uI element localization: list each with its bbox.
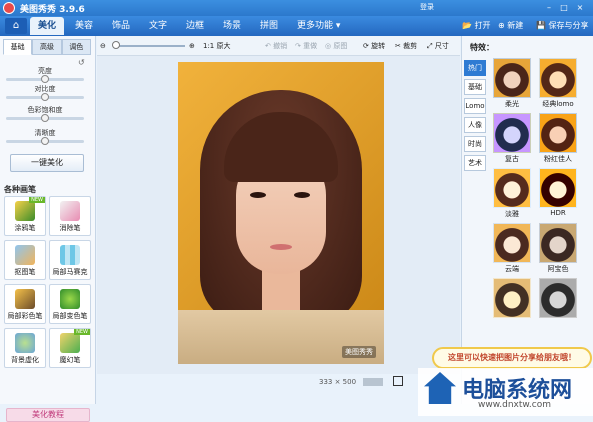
tab-more[interactable]: 更多功能 ▾ xyxy=(289,17,348,35)
maximize-icon[interactable]: □ xyxy=(558,2,570,13)
magic-brush-button[interactable]: NEW 魔幻笔 xyxy=(49,328,91,368)
adjust-subtabs: 基础 高级 调色 xyxy=(3,39,91,55)
slider-knob[interactable] xyxy=(41,93,49,101)
subtab-tone[interactable]: 调色 xyxy=(61,39,91,55)
eraser-icon xyxy=(60,201,80,221)
original-size-button[interactable]: 1:1 原大 xyxy=(203,40,231,52)
new-button[interactable]: ⊕ 新建 xyxy=(498,19,523,33)
doodle-brush-button[interactable]: NEW 涂鸦笔 xyxy=(4,196,46,236)
blur-icon xyxy=(15,333,35,353)
category-basic[interactable]: 基础 xyxy=(464,79,486,95)
resize-button[interactable]: ⤢ 尺寸 xyxy=(427,40,449,52)
brand-url: www.dnxtw.com xyxy=(478,400,552,410)
effect-elegant[interactable]: 淡雅 xyxy=(492,168,532,222)
effect-abao[interactable]: 阿宝色 xyxy=(538,223,578,277)
effect-hdr[interactable]: HDR xyxy=(538,168,578,222)
tab-accessories[interactable]: 饰品 xyxy=(104,17,138,35)
recolor-brush-button[interactable]: 局部变色笔 xyxy=(49,284,91,324)
rotate-button[interactable]: ⟳ 旋转 xyxy=(363,40,385,52)
cutout-brush-button[interactable]: 抠图笔 xyxy=(4,240,46,280)
mosaic-icon xyxy=(60,245,80,265)
new-badge: NEW xyxy=(29,197,45,203)
category-art[interactable]: 艺术 xyxy=(464,155,486,171)
effect-soft-light[interactable]: 柔光 xyxy=(492,58,532,112)
eraser-brush-button[interactable]: 消除笔 xyxy=(49,196,91,236)
reset-original-button[interactable]: ◎ 原图 xyxy=(325,40,347,52)
tab-text[interactable]: 文字 xyxy=(141,17,175,35)
home-icon[interactable]: ⌂ xyxy=(5,18,27,34)
app-title: 美图秀秀 3.9.6 xyxy=(20,5,85,15)
minimize-icon[interactable]: – xyxy=(543,2,555,13)
category-lomo[interactable]: Lomo xyxy=(464,98,486,114)
compare-icon[interactable] xyxy=(363,378,383,386)
effects-title: 特效： xyxy=(470,43,494,52)
subtab-basic[interactable]: 基础 xyxy=(3,39,33,55)
effect-item-9[interactable] xyxy=(492,278,532,332)
effect-item-10[interactable] xyxy=(538,278,578,332)
undo-button[interactable]: ↶ 撤销 xyxy=(265,40,287,52)
slider-knob[interactable] xyxy=(41,75,49,83)
saturation-slider[interactable]: 色彩饱和度 xyxy=(6,105,84,122)
photo: 美图秀秀 xyxy=(178,62,384,364)
fit-icon[interactable] xyxy=(393,376,403,386)
app-logo-icon xyxy=(3,2,15,14)
effect-retro[interactable]: 复古 xyxy=(492,113,532,167)
login-link[interactable]: 登录 xyxy=(420,2,434,12)
brightness-slider[interactable]: 亮度 xyxy=(6,66,84,83)
title-bar: 美图秀秀 3.9.6 登录 – □ × xyxy=(0,0,593,16)
close-icon[interactable]: × xyxy=(574,2,586,13)
tab-border[interactable]: 边框 xyxy=(178,17,212,35)
effect-pink-lady[interactable]: 粉红佳人 xyxy=(538,113,578,167)
category-portrait[interactable]: 人像 xyxy=(464,117,486,133)
image-dimensions: 333 × 500 xyxy=(319,378,357,386)
effect-classic-lomo[interactable]: 经典lomo xyxy=(538,58,578,112)
paint-bucket-icon xyxy=(60,289,80,309)
magic-wand-icon xyxy=(60,333,80,353)
color-brush-button[interactable]: 局部彩色笔 xyxy=(4,284,46,324)
zoom-slider[interactable] xyxy=(115,45,185,47)
site-watermark: 电脑系统网 www.dnxtw.com xyxy=(418,368,593,416)
tutorial-link[interactable]: 美化教程 xyxy=(6,408,90,422)
one-key-beautify-button[interactable]: 一键美化 xyxy=(10,154,84,172)
brush-section-title: 各种画笔 xyxy=(4,185,36,194)
cutout-icon xyxy=(15,245,35,265)
category-hot[interactable]: 热门 xyxy=(464,60,486,76)
crop-button[interactable]: ✂ 裁剪 xyxy=(395,40,417,52)
share-hint-bubble: 这里可以快速把图片分享给朋友哦！ xyxy=(432,347,592,369)
image-toolbar: ⊖ ⊕ 1:1 原大 ↶ 撤销 ↷ 重做 ◎ 原图 ⟳ 旋转 ✂ 裁剪 ⤢ 尺寸 xyxy=(97,36,460,56)
house-logo-icon xyxy=(424,372,456,404)
pencil-icon xyxy=(15,201,35,221)
photo-watermark: 美图秀秀 xyxy=(342,346,376,358)
mosaic-brush-button[interactable]: 局部马赛克 xyxy=(49,240,91,280)
zoom-in-icon[interactable]: ⊕ xyxy=(189,40,195,52)
tab-scene[interactable]: 场景 xyxy=(215,17,249,35)
tab-makeup[interactable]: 美容 xyxy=(67,17,101,35)
main-nav: ⌂ 美化 美容 饰品 文字 边框 场景 拼图 更多功能 ▾ 📂 打开 ⊕ 新建 … xyxy=(0,16,593,36)
slider-knob[interactable] xyxy=(41,137,49,145)
new-badge: NEW xyxy=(74,329,90,335)
tab-beautify[interactable]: 美化 xyxy=(30,17,65,35)
slider-knob[interactable] xyxy=(41,114,49,122)
status-bar: 333 × 500 xyxy=(97,374,460,390)
tab-collage[interactable]: 拼图 xyxy=(252,17,286,35)
zoom-knob[interactable] xyxy=(112,41,120,49)
category-fashion[interactable]: 时尚 xyxy=(464,136,486,152)
background-blur-button[interactable]: 背景虚化 xyxy=(4,328,46,368)
redo-button[interactable]: ↷ 重做 xyxy=(295,40,317,52)
zoom-out-icon[interactable]: ⊖ xyxy=(100,40,106,52)
sharpness-slider[interactable]: 清晰度 xyxy=(6,128,84,145)
open-button[interactable]: 📂 打开 xyxy=(462,19,491,33)
subtab-advanced[interactable]: 高级 xyxy=(32,39,62,55)
paintbrush-icon xyxy=(15,289,35,309)
left-panel: 基础 高级 调色 ↺ 亮度 对比度 色彩饱和度 清晰度 一键美化 各种画笔 NE… xyxy=(0,36,96,422)
save-share-button[interactable]: 💾 保存与分享 xyxy=(536,19,589,33)
effect-cloud[interactable]: 云端 xyxy=(492,223,532,277)
contrast-slider[interactable]: 对比度 xyxy=(6,84,84,101)
